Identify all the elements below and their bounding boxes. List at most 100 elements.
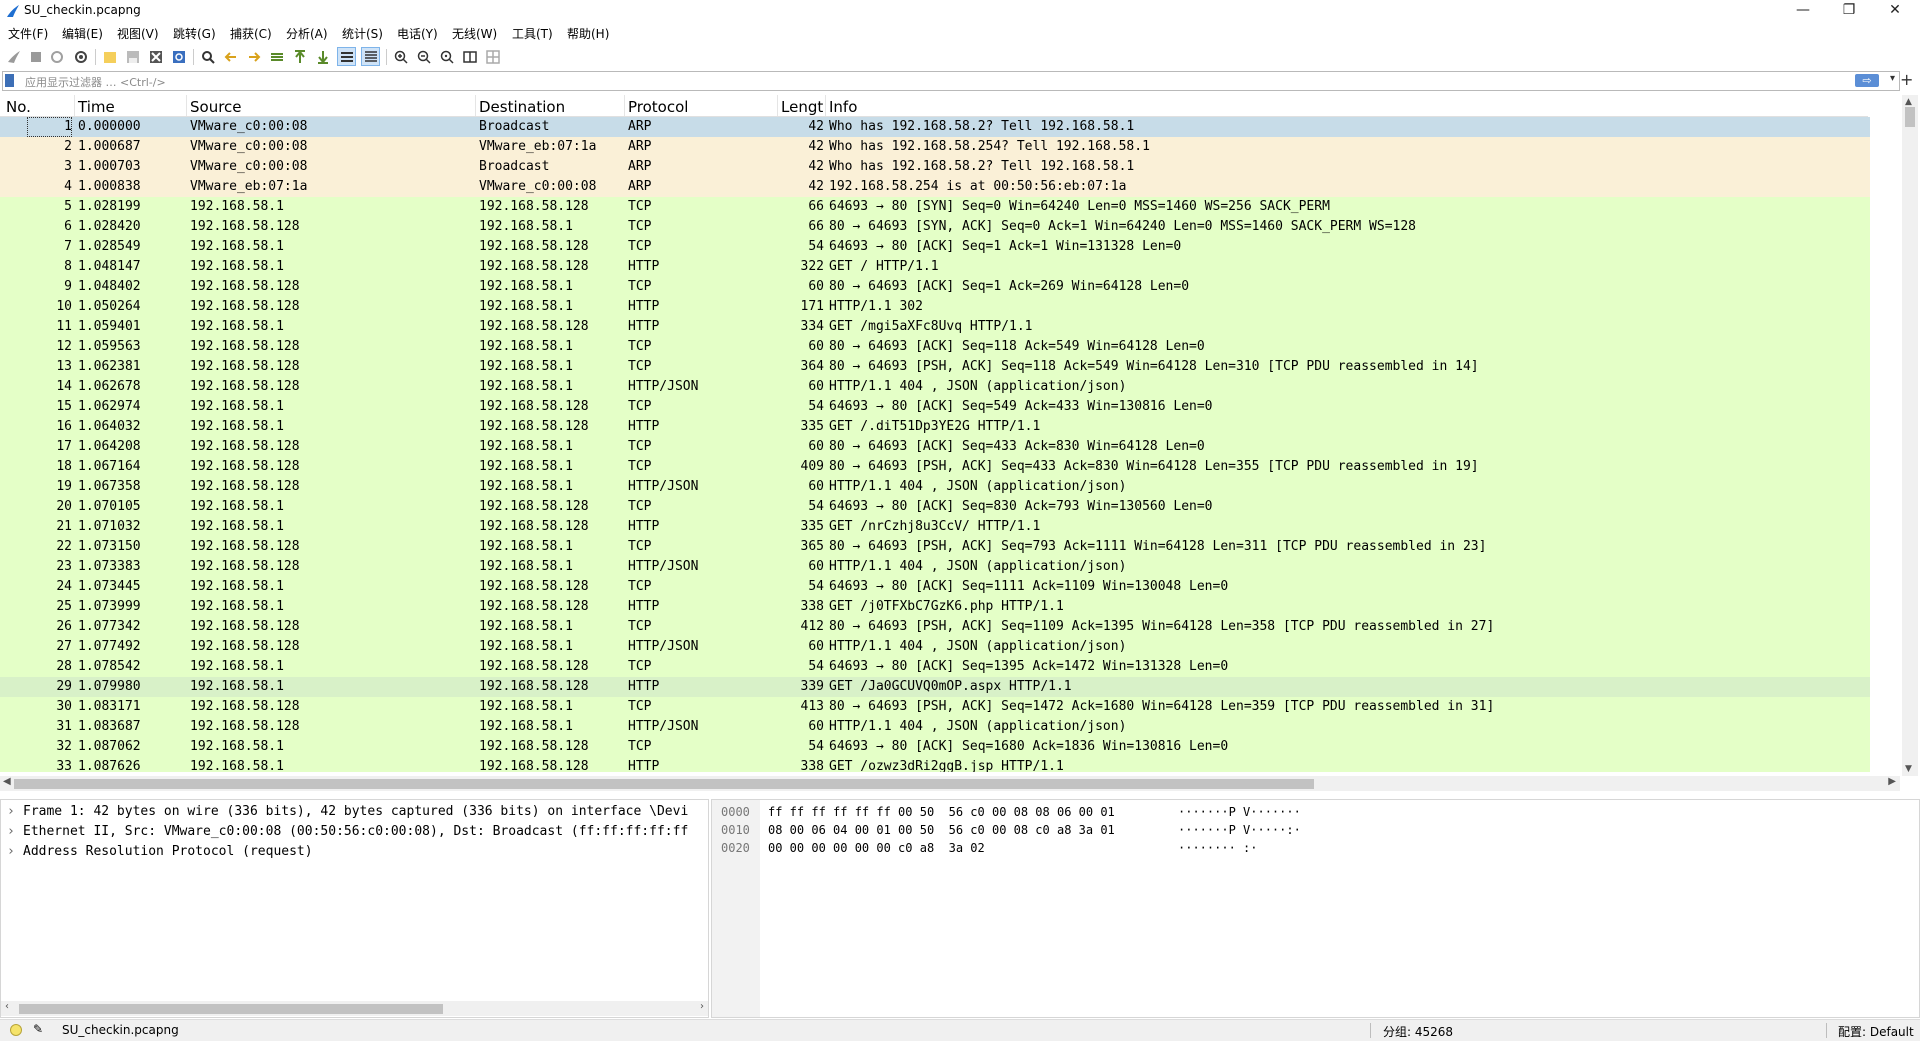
stop-capture-icon[interactable]: [27, 48, 44, 65]
column-header-info[interactable]: Info: [829, 98, 857, 116]
go-to-packet-icon[interactable]: [268, 48, 285, 65]
packet-row[interactable]: 12 1.059563 192.168.58.128 192.168.58.1 TCP 6…: [0, 337, 1870, 357]
find-packet-icon[interactable]: [199, 48, 216, 65]
packet-row[interactable]: 9 1.048402 192.168.58.128 192.168.58.1 TCP 60…: [0, 277, 1870, 297]
scroll-right-icon[interactable]: ▶: [1888, 776, 1896, 787]
column-header-no[interactable]: No.: [6, 98, 31, 116]
packet-row[interactable]: 24 1.073445 192.168.58.1 192.168.58.128 TCP 5…: [0, 577, 1870, 597]
packet-row[interactable]: 7 1.028549 192.168.58.1 192.168.58.128 TCP 54…: [0, 237, 1870, 257]
column-divider[interactable]: [825, 95, 826, 116]
resize-columns-icon[interactable]: [461, 48, 478, 65]
column-divider[interactable]: [74, 95, 75, 116]
byte-hex[interactable]: ff ff ff ff ff ff 00 50 56 c0 00 08 08 0…: [768, 803, 1115, 821]
column-header-time[interactable]: Time: [78, 98, 115, 116]
packet-row[interactable]: 2 1.000687 VMware_c0:00:08 VMware_eb:07:1a A…: [0, 137, 1870, 157]
byte-ascii[interactable]: ·······P V·······: [1178, 803, 1301, 821]
open-file-icon[interactable]: [101, 48, 118, 65]
go-forward-icon[interactable]: [245, 48, 262, 65]
packet-row[interactable]: 1 0.000000 VMware_c0:00:08 Broadcast ARP 42 Wh…: [0, 117, 1870, 137]
expert-info-icon[interactable]: [10, 1024, 22, 1036]
byte-ascii[interactable]: ·······P V·····:·: [1178, 821, 1301, 839]
packet-row[interactable]: 32 1.087062 192.168.58.1 192.168.58.128 TCP 5…: [0, 737, 1870, 757]
expand-chevron-icon[interactable]: ›: [7, 802, 23, 821]
menu-view[interactable]: 视图(V): [117, 25, 159, 42]
packet-row[interactable]: 4 1.000838 VMware_eb:07:1a VMware_c0:00:08 A…: [0, 177, 1870, 197]
byte-hex[interactable]: 08 00 06 04 00 01 00 50 56 c0 00 08 c0 a…: [768, 821, 1115, 839]
menu-analyze[interactable]: 分析(A): [286, 25, 328, 42]
zoom-normal-icon[interactable]: [438, 48, 455, 65]
packet-row[interactable]: 19 1.067358 192.168.58.128 192.168.58.1 HTTP…: [0, 477, 1870, 497]
close-file-icon[interactable]: [147, 48, 164, 65]
expand-chevron-icon[interactable]: ›: [7, 842, 23, 861]
packet-row[interactable]: 8 1.048147 192.168.58.1 192.168.58.128 HTTP 3…: [0, 257, 1870, 277]
menu-wireless[interactable]: 无线(W): [452, 25, 497, 42]
close-button[interactable]: ✕: [1872, 0, 1918, 22]
minimize-button[interactable]: —: [1780, 0, 1826, 22]
menu-telephony[interactable]: 电话(Y): [397, 25, 438, 42]
packet-row[interactable]: 20 1.070105 192.168.58.1 192.168.58.128 TCP 5…: [0, 497, 1870, 517]
capture-options-icon[interactable]: [72, 48, 89, 65]
byte-ascii[interactable]: ········ :·: [1178, 839, 1257, 857]
restore-button[interactable]: ❐: [1826, 0, 1872, 22]
packet-row[interactable]: 5 1.028199 192.168.58.1 192.168.58.128 TCP 66…: [0, 197, 1870, 217]
filter-dropdown-icon[interactable]: ▾: [1890, 73, 1895, 84]
start-capture-icon[interactable]: [5, 48, 22, 65]
filter-bookmark-icon[interactable]: [5, 74, 14, 87]
column-divider[interactable]: [624, 95, 625, 116]
scrollbar-thumb[interactable]: [1905, 107, 1915, 127]
scrollbar-thumb[interactable]: [19, 1004, 443, 1014]
packet-row[interactable]: 22 1.073150 192.168.58.128 192.168.58.1 TCP 3…: [0, 537, 1870, 557]
packet-row[interactable]: 30 1.083171 192.168.58.128 192.168.58.1 TCP 4…: [0, 697, 1870, 717]
packet-row[interactable]: 15 1.062974 192.168.58.1 192.168.58.128 TCP 5…: [0, 397, 1870, 417]
scroll-left-icon[interactable]: ◀: [3, 776, 11, 787]
details-horizontal-scrollbar[interactable]: ‹ ›: [1, 1001, 708, 1016]
go-first-packet-icon[interactable]: [291, 48, 308, 65]
packet-row[interactable]: 26 1.077342 192.168.58.128 192.168.58.1 TCP 4…: [0, 617, 1870, 637]
byte-hex[interactable]: 00 00 00 00 00 00 c0 a8 3a 02: [768, 839, 985, 857]
column-divider[interactable]: [777, 95, 778, 116]
packet-row[interactable]: 18 1.067164 192.168.58.128 192.168.58.1 TCP 4…: [0, 457, 1870, 477]
zoom-in-icon[interactable]: [392, 48, 409, 65]
expand-chevron-icon[interactable]: ›: [7, 822, 23, 841]
status-profile[interactable]: 配置: Default: [1838, 1023, 1914, 1040]
packet-row[interactable]: 33 1.087626 192.168.58.1 192.168.58.128 HTTP…: [0, 757, 1870, 772]
go-back-icon[interactable]: [222, 48, 239, 65]
packet-row[interactable]: 16 1.064032 192.168.58.1 192.168.58.128 HTTP…: [0, 417, 1870, 437]
packet-row[interactable]: 17 1.064208 192.168.58.128 192.168.58.1 TCP 6…: [0, 437, 1870, 457]
packet-row[interactable]: 14 1.062678 192.168.58.128 192.168.58.1 HTTP…: [0, 377, 1870, 397]
scroll-down-icon[interactable]: ▼: [1905, 764, 1912, 774]
column-divider[interactable]: [186, 95, 187, 116]
menu-help[interactable]: 帮助(H): [567, 25, 609, 42]
menu-statistics[interactable]: 统计(S): [342, 25, 383, 42]
scrollbar-thumb[interactable]: [14, 779, 1314, 789]
colorize-icon[interactable]: [361, 47, 380, 66]
packet-row[interactable]: 6 1.028420 192.168.58.128 192.168.58.1 TCP 66…: [0, 217, 1870, 237]
detail-row-arp[interactable]: › Address Resolution Protocol (request): [7, 842, 703, 861]
auto-scroll-icon[interactable]: [337, 47, 356, 66]
column-header-source[interactable]: Source: [190, 98, 242, 116]
packet-row[interactable]: 10 1.050264 192.168.58.128 192.168.58.1 HTTP…: [0, 297, 1870, 317]
scroll-right-icon[interactable]: ›: [700, 1001, 704, 1012]
column-divider[interactable]: [475, 95, 476, 116]
menu-tools[interactable]: 工具(T): [512, 25, 553, 42]
column-header-destination[interactable]: Destination: [479, 98, 565, 116]
packet-row[interactable]: 23 1.073383 192.168.58.128 192.168.58.1 HTTP…: [0, 557, 1870, 577]
column-header-protocol[interactable]: Protocol: [628, 98, 688, 116]
packet-row[interactable]: 21 1.071032 192.168.58.1 192.168.58.128 HTTP…: [0, 517, 1870, 537]
packet-row[interactable]: 28 1.078542 192.168.58.1 192.168.58.128 TCP 5…: [0, 657, 1870, 677]
save-file-icon[interactable]: [124, 48, 141, 65]
packet-row[interactable]: 3 1.000703 VMware_c0:00:08 Broadcast ARP 42 Wh…: [0, 157, 1870, 177]
packet-list-horizontal-scrollbar[interactable]: ◀ ▶: [0, 776, 1900, 791]
packet-row[interactable]: 25 1.073999 192.168.58.1 192.168.58.128 HTTP…: [0, 597, 1870, 617]
reload-file-icon[interactable]: [170, 48, 187, 65]
menu-go[interactable]: 跳转(G): [173, 25, 216, 42]
zoom-out-icon[interactable]: [415, 48, 432, 65]
column-header-length[interactable]: Lengt: [781, 98, 823, 116]
packet-row[interactable]: 13 1.062381 192.168.58.128 192.168.58.1 TCP 3…: [0, 357, 1870, 377]
packet-row[interactable]: 29 1.079980 192.168.58.1 192.168.58.128 HTTP…: [0, 677, 1870, 697]
display-filter-input[interactable]: 应用显示过滤器 … <Ctrl-/> ⇨ ▾: [2, 71, 1900, 91]
packet-row[interactable]: 27 1.077492 192.168.58.128 192.168.58.1 HTTP…: [0, 637, 1870, 657]
menu-file[interactable]: 文件(F): [8, 25, 48, 42]
detail-row-ethernet[interactable]: › Ethernet II, Src: VMware_c0:00:08 (00:5…: [7, 822, 703, 841]
capture-comment-icon[interactable]: ✎: [33, 1022, 43, 1036]
